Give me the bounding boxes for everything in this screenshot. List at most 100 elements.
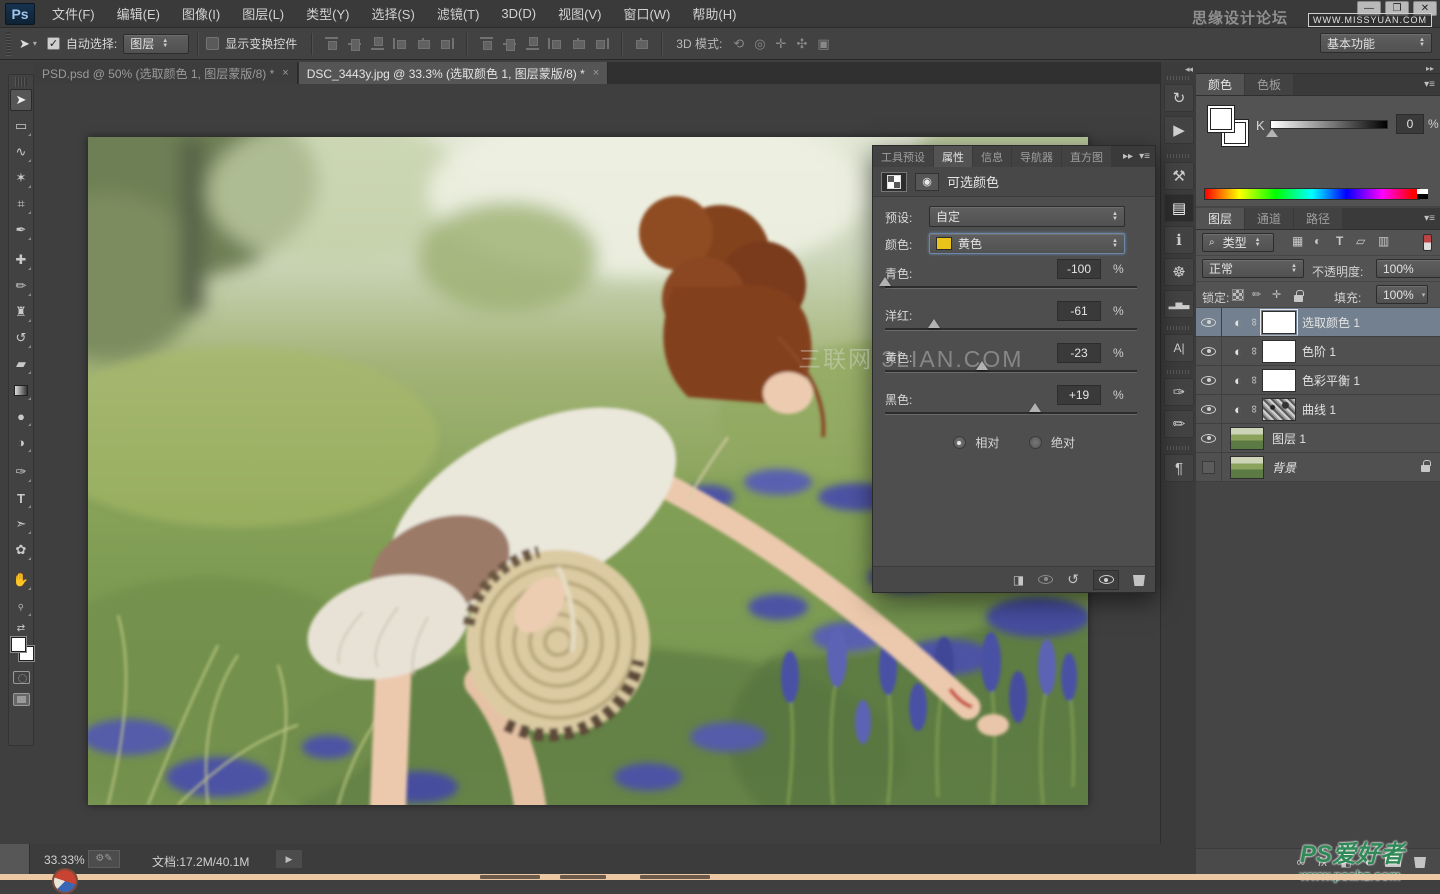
yellow-value-input[interactable]: -23 — [1057, 343, 1101, 363]
layer-name[interactable]: 背景 — [1272, 459, 1296, 476]
close-icon[interactable]: × — [593, 67, 599, 79]
tab-paths[interactable]: 路径 — [1294, 208, 1342, 229]
layer-mask-thumbnail[interactable] — [1262, 311, 1296, 334]
black-slider-track[interactable] — [885, 412, 1137, 415]
filter-shape-layers-icon[interactable]: ▱ — [1356, 234, 1365, 248]
move-tool[interactable]: ➤ — [10, 89, 32, 111]
tab-tool-presets[interactable]: 工具预设 — [873, 146, 933, 167]
absolute-radio-group[interactable]: 绝对 — [1029, 436, 1075, 450]
layer-row-levels[interactable]: ◐ ∞ 色阶 1 — [1196, 337, 1440, 366]
clone-stamp-tool[interactable]: ♜ — [10, 301, 32, 323]
hand-tool[interactable]: ✋ — [10, 569, 32, 591]
panel-menu-icon[interactable]: ▾≡ — [1424, 213, 1435, 224]
lock-transparency-icon[interactable] — [1232, 289, 1244, 301]
layer-row-selective-color[interactable]: ◐ ∞ 选取颜色 1 — [1196, 308, 1440, 337]
close-icon[interactable]: × — [282, 67, 288, 79]
blur-tool[interactable]: ● — [10, 405, 32, 427]
delete-adjustment-icon[interactable] — [1133, 573, 1145, 586]
move-tool-options-icon[interactable]: ➤ ▾ — [19, 36, 37, 52]
filter-pixel-layers-icon[interactable]: ▦ — [1292, 234, 1303, 248]
custom-shape-tool[interactable]: ✿ — [10, 539, 32, 561]
layer-name[interactable]: 色彩平衡 1 — [1302, 372, 1360, 389]
auto-align-icon[interactable] — [634, 37, 649, 50]
tab-properties[interactable]: 属性 — [934, 146, 972, 167]
magenta-slider-track[interactable] — [885, 328, 1137, 331]
3d-pan-icon[interactable]: ✛ — [776, 36, 787, 52]
menu-3d[interactable]: 3D(D) — [490, 0, 547, 28]
menu-file[interactable]: 文件(F) — [41, 0, 106, 28]
distribute-hcenter-icon[interactable] — [571, 37, 586, 50]
align-right-icon[interactable] — [439, 37, 454, 50]
blend-mode-dropdown[interactable]: 正常 — [1202, 259, 1304, 278]
auto-select-checkbox[interactable]: ✓ — [47, 37, 60, 50]
character-panel-icon[interactable]: A| — [1164, 334, 1194, 362]
layer-thumbnail[interactable] — [1230, 456, 1264, 479]
status-flyout-arrow[interactable]: ▶ — [276, 850, 302, 868]
status-tools-icon[interactable]: ⚙✎ — [88, 850, 120, 868]
layer-row-color-balance[interactable]: ◐ ∞ 色彩平衡 1 — [1196, 366, 1440, 395]
distribute-bottom-icon[interactable] — [525, 37, 540, 50]
relative-radio[interactable] — [953, 436, 966, 449]
align-vcenter-icon[interactable] — [347, 37, 362, 50]
tab-layers[interactable]: 图层 — [1196, 208, 1244, 229]
3d-rotate-icon[interactable]: ⟲ — [733, 36, 744, 52]
k-value-input[interactable]: 0 — [1396, 114, 1424, 134]
tab-color[interactable]: 颜色 — [1196, 74, 1244, 95]
pen-tool[interactable]: ✑ — [10, 461, 32, 483]
menu-filter[interactable]: 滤镜(T) — [426, 0, 491, 28]
panel-menu-icon[interactable]: ▾≡ — [1139, 151, 1150, 162]
distribute-vcenter-icon[interactable] — [502, 37, 517, 50]
actions-panel-icon[interactable]: ▶ — [1164, 116, 1194, 144]
brush-tool[interactable]: ✏ — [10, 275, 32, 297]
bw-ramp-end[interactable] — [1417, 189, 1428, 199]
preset-dropdown[interactable]: 自定 — [929, 206, 1125, 227]
layer-name[interactable]: 图层 1 — [1272, 430, 1306, 447]
adjustment-badge-icon[interactable]: ◉ — [915, 173, 939, 191]
black-slider-thumb[interactable] — [1029, 403, 1041, 412]
tab-info[interactable]: 信息 — [973, 146, 1011, 167]
layer-mask-thumbnail[interactable] — [1262, 340, 1296, 363]
layer-row-curves[interactable]: ◐ ∞ 曲线 1 — [1196, 395, 1440, 424]
tool-presets-panel-icon[interactable]: ⚒ — [1164, 162, 1194, 190]
document-tab-dsc3443y[interactable]: DSC_3443y.jpg @ 33.3% (选取颜色 1, 图层蒙版/8) *… — [299, 62, 609, 84]
workspace-switcher[interactable]: 基本功能 — [1320, 33, 1432, 53]
auto-select-target-dropdown[interactable]: 图层 — [123, 34, 189, 54]
histogram-panel-icon[interactable]: ▂▅▃ — [1164, 290, 1194, 318]
menu-image[interactable]: 图像(I) — [171, 0, 231, 28]
visibility-toggle[interactable] — [1196, 453, 1222, 481]
brush-presets-panel-icon[interactable]: ✏ — [1164, 410, 1194, 438]
distribute-right-icon[interactable] — [594, 37, 609, 50]
lock-position-icon[interactable]: ✛ — [1272, 288, 1281, 301]
align-left-icon[interactable] — [393, 37, 408, 50]
layer-name[interactable]: 选取颜色 1 — [1302, 314, 1360, 331]
gradient-tool[interactable] — [10, 379, 32, 401]
layer-name[interactable]: 色阶 1 — [1302, 343, 1336, 360]
eyedropper-tool[interactable]: ✒ — [10, 219, 32, 241]
history-brush-tool[interactable]: ↺ — [10, 327, 32, 349]
zoom-level[interactable]: 33.33% — [44, 853, 85, 867]
magenta-value-input[interactable]: -61 — [1057, 301, 1101, 321]
paragraph-panel-icon[interactable]: ¶ — [1164, 454, 1194, 482]
cyan-slider-thumb[interactable] — [879, 277, 891, 286]
type-tool[interactable]: T — [10, 487, 32, 509]
double-arrow-icon[interactable]: ▸▸ — [1123, 151, 1133, 162]
3d-camera-icon[interactable]: ▣ — [817, 36, 829, 52]
fill-dropdown[interactable]: 100% ▾ — [1376, 285, 1428, 304]
reset-icon[interactable]: ↺ — [1067, 571, 1079, 588]
mask-badge-icon[interactable] — [881, 172, 907, 192]
relative-radio-group[interactable]: 相对 — [953, 436, 1003, 450]
menu-view[interactable]: 视图(V) — [547, 0, 612, 28]
tab-histogram[interactable]: 直方图 — [1062, 146, 1111, 167]
magenta-slider-thumb[interactable] — [928, 319, 940, 328]
layer-thumbnail[interactable] — [1230, 427, 1264, 450]
layer-filter-toggle[interactable] — [1423, 234, 1432, 251]
filter-type-layers-icon[interactable]: T — [1336, 234, 1343, 248]
3d-roll-icon[interactable]: ◎ — [754, 36, 765, 52]
cyan-value-input[interactable]: -100 — [1057, 259, 1101, 279]
visibility-toggle[interactable] — [1196, 395, 1222, 423]
properties-panel-icon[interactable]: ▤ — [1164, 194, 1194, 222]
healing-brush-tool[interactable]: ✚ — [10, 249, 32, 271]
menu-help[interactable]: 帮助(H) — [681, 0, 747, 28]
history-panel-icon[interactable]: ↻ — [1164, 84, 1194, 112]
layer-mask-thumbnail[interactable] — [1262, 369, 1296, 392]
